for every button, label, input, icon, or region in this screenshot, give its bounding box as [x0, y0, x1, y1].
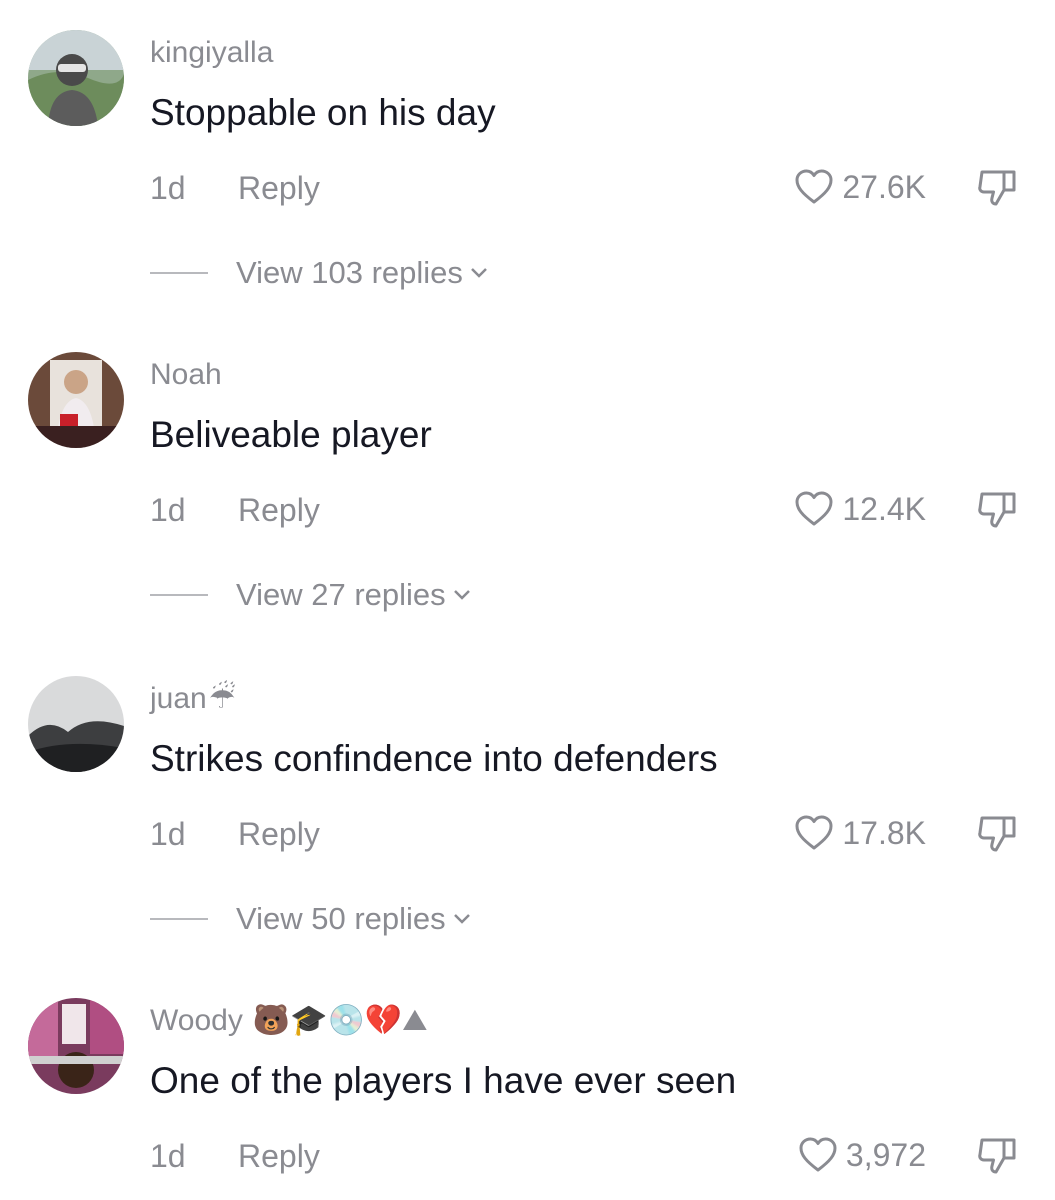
heart-outline-icon — [795, 815, 833, 850]
reply-button[interactable]: Reply — [238, 816, 320, 853]
heart-outline-icon — [795, 169, 833, 204]
like-count: 17.8K — [842, 814, 926, 851]
avatar[interactable] — [28, 30, 124, 126]
comment-age: 1d — [150, 170, 186, 206]
comment-text: Stoppable on his day — [150, 92, 496, 133]
like-count: 12.4K — [842, 490, 926, 527]
view-replies-text: View 27 replies — [236, 577, 446, 612]
comment-text: Beliveable player — [150, 414, 432, 455]
chevron-down-icon — [453, 914, 470, 924]
comment-username[interactable]: juan ☔ — [150, 682, 236, 716]
comment-age: 1d — [150, 816, 186, 852]
comment-actions: 1d Reply 12.4K — [150, 490, 1020, 534]
like-button[interactable]: 17.8K — [794, 814, 926, 852]
comment-actions: 1d Reply 17.8K — [150, 814, 1020, 858]
username-text: juan — [150, 682, 207, 715]
comment-actions: 1d Reply 27.6K — [150, 168, 1020, 212]
comment-username[interactable]: kingiyalla — [150, 36, 273, 70]
comment-username[interactable]: Noah — [150, 358, 222, 392]
view-replies-button[interactable]: View 27 replies — [150, 577, 472, 613]
username-text: Woody — [150, 1004, 243, 1037]
heart-outline-icon — [795, 491, 833, 526]
chevron-down-icon — [453, 590, 470, 600]
comment-age: 1d — [150, 1138, 186, 1174]
like-count: 27.6K — [842, 168, 926, 205]
like-count: 3,972 — [845, 1136, 926, 1173]
username-text: kingiyalla — [150, 36, 274, 69]
comment-text: Strikes confindence into defenders — [150, 738, 718, 779]
comment-age: 1d — [150, 492, 186, 528]
comment-actions: 1d Reply 3,972 — [150, 1136, 1020, 1180]
comment-username[interactable]: Woody 🐻🎓💿💔⛰ — [150, 1004, 427, 1038]
avatar[interactable] — [28, 352, 124, 448]
username-emoji: ☔ — [208, 682, 236, 715]
avatar[interactable] — [28, 676, 124, 772]
thumbs-down-outline-icon — [978, 1138, 1016, 1174]
chevron-down-icon — [471, 268, 487, 278]
dislike-button[interactable] — [976, 168, 1020, 216]
thumbs-down-outline-icon — [978, 170, 1016, 206]
heart-outline-icon — [799, 1137, 837, 1172]
reply-button[interactable]: Reply — [238, 170, 320, 207]
like-button[interactable]: 3,972 — [798, 1136, 926, 1174]
like-button[interactable]: 27.6K — [794, 168, 926, 206]
divider-line — [150, 918, 208, 920]
avatar[interactable] — [28, 998, 124, 1094]
like-button[interactable]: 12.4K — [794, 490, 926, 528]
divider-line — [150, 272, 208, 274]
view-replies-text: View 50 replies — [236, 901, 446, 936]
reply-button[interactable]: Reply — [238, 1138, 320, 1175]
dislike-button[interactable] — [976, 490, 1020, 538]
dislike-button[interactable] — [976, 814, 1020, 862]
username-emoji: 🐻🎓💿💔⛰ — [252, 1004, 428, 1037]
comment-text: One of the players I have ever seen — [150, 1060, 737, 1101]
view-replies-text: View 103 replies — [236, 255, 463, 290]
thumbs-down-outline-icon — [978, 816, 1016, 852]
view-replies-button[interactable]: View 50 replies — [150, 901, 472, 937]
reply-button[interactable]: Reply — [238, 492, 320, 529]
username-text: Noah — [150, 358, 222, 391]
divider-line — [150, 594, 208, 596]
thumbs-down-outline-icon — [978, 492, 1016, 528]
dislike-button[interactable] — [976, 1136, 1020, 1184]
view-replies-button[interactable]: View 103 replies — [150, 255, 489, 291]
